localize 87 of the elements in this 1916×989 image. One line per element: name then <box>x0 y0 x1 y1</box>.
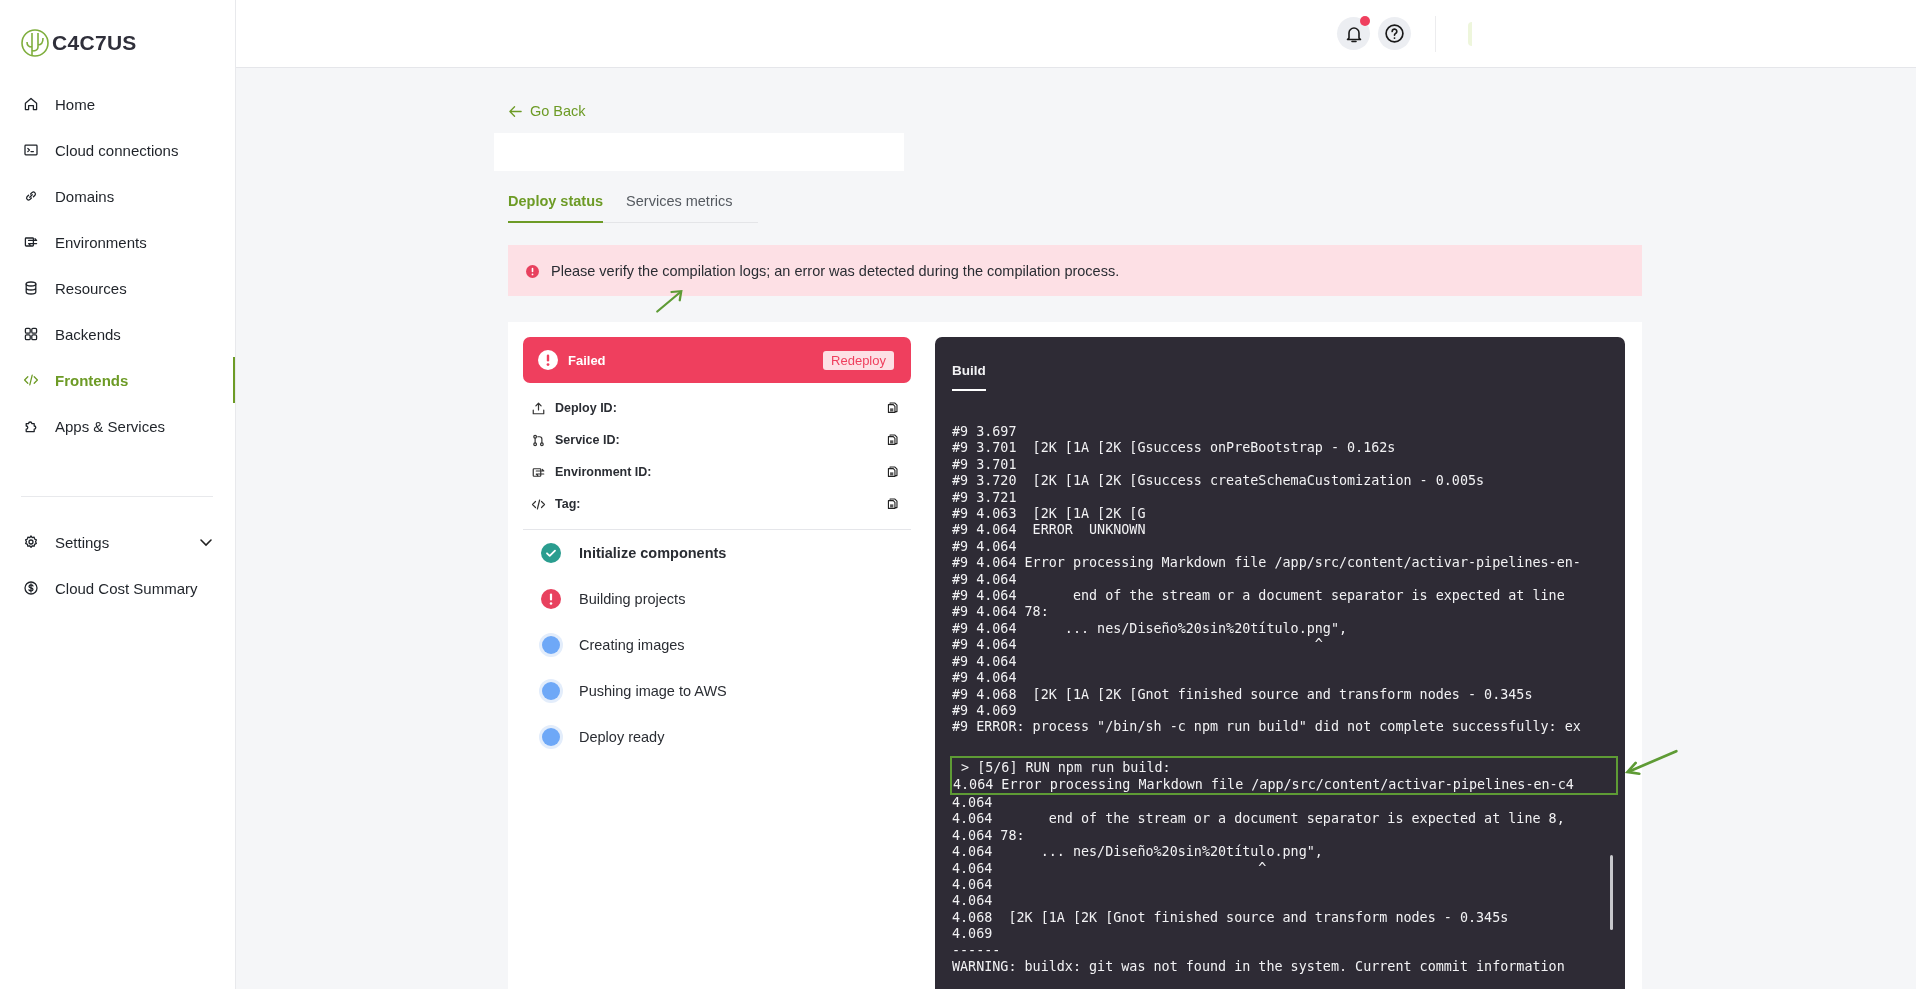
log-line: ------ <box>952 942 1002 959</box>
terminal-icon <box>23 142 39 158</box>
logo-icon <box>20 28 50 58</box>
log-line: WARNING: buildx: git was not found in the system. Current commit information <box>952 959 1566 976</box>
log-line: #9 4.064 ^ <box>952 637 1324 654</box>
log-line: #9 4.064 end of the stream or a document separator is expected at line <box>952 588 1566 605</box>
copy-icon[interactable] <box>886 400 901 416</box>
log-line: #9 4.064 <box>952 670 1018 687</box>
log-line: 4.064 <box>952 794 994 812</box>
log-line: #9 4.069 <box>952 702 1018 720</box>
log-line: > [5/6] RUN npm run build: <box>960 760 1172 777</box>
logo-text: C4C7US <box>52 31 137 55</box>
sidebar-item[interactable]: Cloud connections <box>0 127 235 173</box>
error-icon <box>526 264 539 277</box>
log-line: 4.064 end of the stream or a document separator is expected at line 8, <box>952 811 1566 828</box>
detail-label: Service ID: <box>555 433 621 447</box>
log-line: #9 4.064 <box>952 538 1018 556</box>
detail-label: Deploy ID: <box>555 401 618 415</box>
log-line: 4.068 [2K [1A [2K [Gnot finished source and transform nodes - 0.345s <box>952 909 1510 927</box>
log-line: #9 3.697 <box>952 424 1018 441</box>
annotation-arrow <box>1623 748 1679 776</box>
error-icon <box>538 350 558 370</box>
alert-message: Please verify the compilation logs; an error was detected during the compilation process. <box>551 262 1120 279</box>
log-line: 4.069 <box>952 926 994 943</box>
sidebar-item[interactable]: Domains <box>0 173 235 219</box>
sidebar-item[interactable]: Environments <box>0 219 235 265</box>
log-line: 4.064 <box>952 876 994 894</box>
sidebar-item[interactable]: Apps & Services <box>0 403 235 449</box>
link-icon <box>23 188 39 204</box>
log-line: #9 4.068 [2K [1A [2K [Gnot finished source and transform nodes - 0.345s <box>952 686 1534 703</box>
upload-icon <box>531 400 546 416</box>
code-icon <box>531 496 546 512</box>
dollar-icon <box>23 580 39 596</box>
grid-icon <box>23 326 39 342</box>
log-line: 4.064 <box>952 893 994 910</box>
tab[interactable]: Services metrics <box>626 185 733 223</box>
log-line: 4.064 ^ <box>952 860 1268 877</box>
sidebar-item[interactable]: Settings <box>0 519 235 565</box>
step-label: Building projects <box>579 591 686 607</box>
scrollbar[interactable] <box>1610 855 1613 930</box>
home-icon <box>23 96 39 112</box>
log-line: #9 4.064 Error processing Markdown file /app/src/content/activar-pipelines-en- <box>952 555 1582 572</box>
detail-label: Tag: <box>555 497 582 511</box>
log-line: 4.064 ... nes/Diseño%20sin%20título.png", <box>952 844 1324 861</box>
log-line: #9 4.064 78: <box>952 604 1050 621</box>
log-line: 4.064 78: <box>952 827 1026 845</box>
arrow-left-icon <box>508 103 523 119</box>
help-button[interactable] <box>1378 17 1411 50</box>
annotation-arrow <box>655 288 685 314</box>
code-icon <box>23 372 39 388</box>
log-line: #9 3.721 <box>952 489 1018 507</box>
sidebar-item[interactable]: Resources <box>0 265 235 311</box>
pending-dot-icon <box>539 679 563 703</box>
copy-icon[interactable] <box>886 464 901 480</box>
log-line: 4.064 Error processing Markdown file /app/src/content/activar-pipelines-en-c4 <box>953 776 1575 793</box>
settings-icon <box>23 534 39 550</box>
copy-icon[interactable] <box>886 432 901 448</box>
status-text: Failed <box>568 352 607 368</box>
error-icon <box>541 589 561 609</box>
log-line: #9 3.701 <box>952 456 1018 474</box>
sidebar-item[interactable]: Cloud Cost Summary <box>0 565 235 611</box>
step-label: Initialize components <box>579 545 727 561</box>
sidebar-item[interactable]: Backends <box>0 311 235 357</box>
log-tab[interactable]: Build <box>952 363 986 391</box>
pending-dot-icon <box>539 725 563 749</box>
step-label: Pushing image to AWS <box>579 683 727 699</box>
log-line: #9 4.064 <box>952 571 1018 589</box>
log-line: #9 4.064 <box>952 653 1018 671</box>
check-circle-icon <box>541 543 561 563</box>
log-line: #9 ERROR: process "/bin/sh -c npm run build" did not complete successfully: ex <box>952 719 1582 736</box>
log-line: #9 4.064 ... nes/Diseño%20sin%20título.png", <box>952 620 1349 638</box>
log-line: #9 4.063 [2K [1A [2K [G <box>952 506 1147 523</box>
help-icon <box>1384 23 1405 44</box>
database-icon <box>23 280 39 296</box>
step-label: Deploy ready <box>579 729 665 745</box>
copy-icon[interactable] <box>886 496 901 512</box>
detail-label: Environment ID: <box>555 465 653 479</box>
sidebar-item[interactable]: Home <box>0 81 235 127</box>
log-line: #9 4.064 ERROR UNKNOWN <box>952 522 1147 539</box>
pending-dot-icon <box>539 633 563 657</box>
log-line: #9 3.701 [2K [1A [2K [Gsuccess onPreBootstrap - 0.162s <box>952 440 1397 457</box>
step-label: Creating images <box>579 637 685 653</box>
notifications-button[interactable] <box>1337 17 1370 50</box>
puzzle-icon <box>23 418 39 434</box>
swap-arrows-icon <box>23 234 39 250</box>
log-line: #9 3.720 [2K [1A [2K [Gsuccess createSchemaCustomization - 0.005s <box>952 473 1486 490</box>
branch-icon <box>531 432 546 448</box>
